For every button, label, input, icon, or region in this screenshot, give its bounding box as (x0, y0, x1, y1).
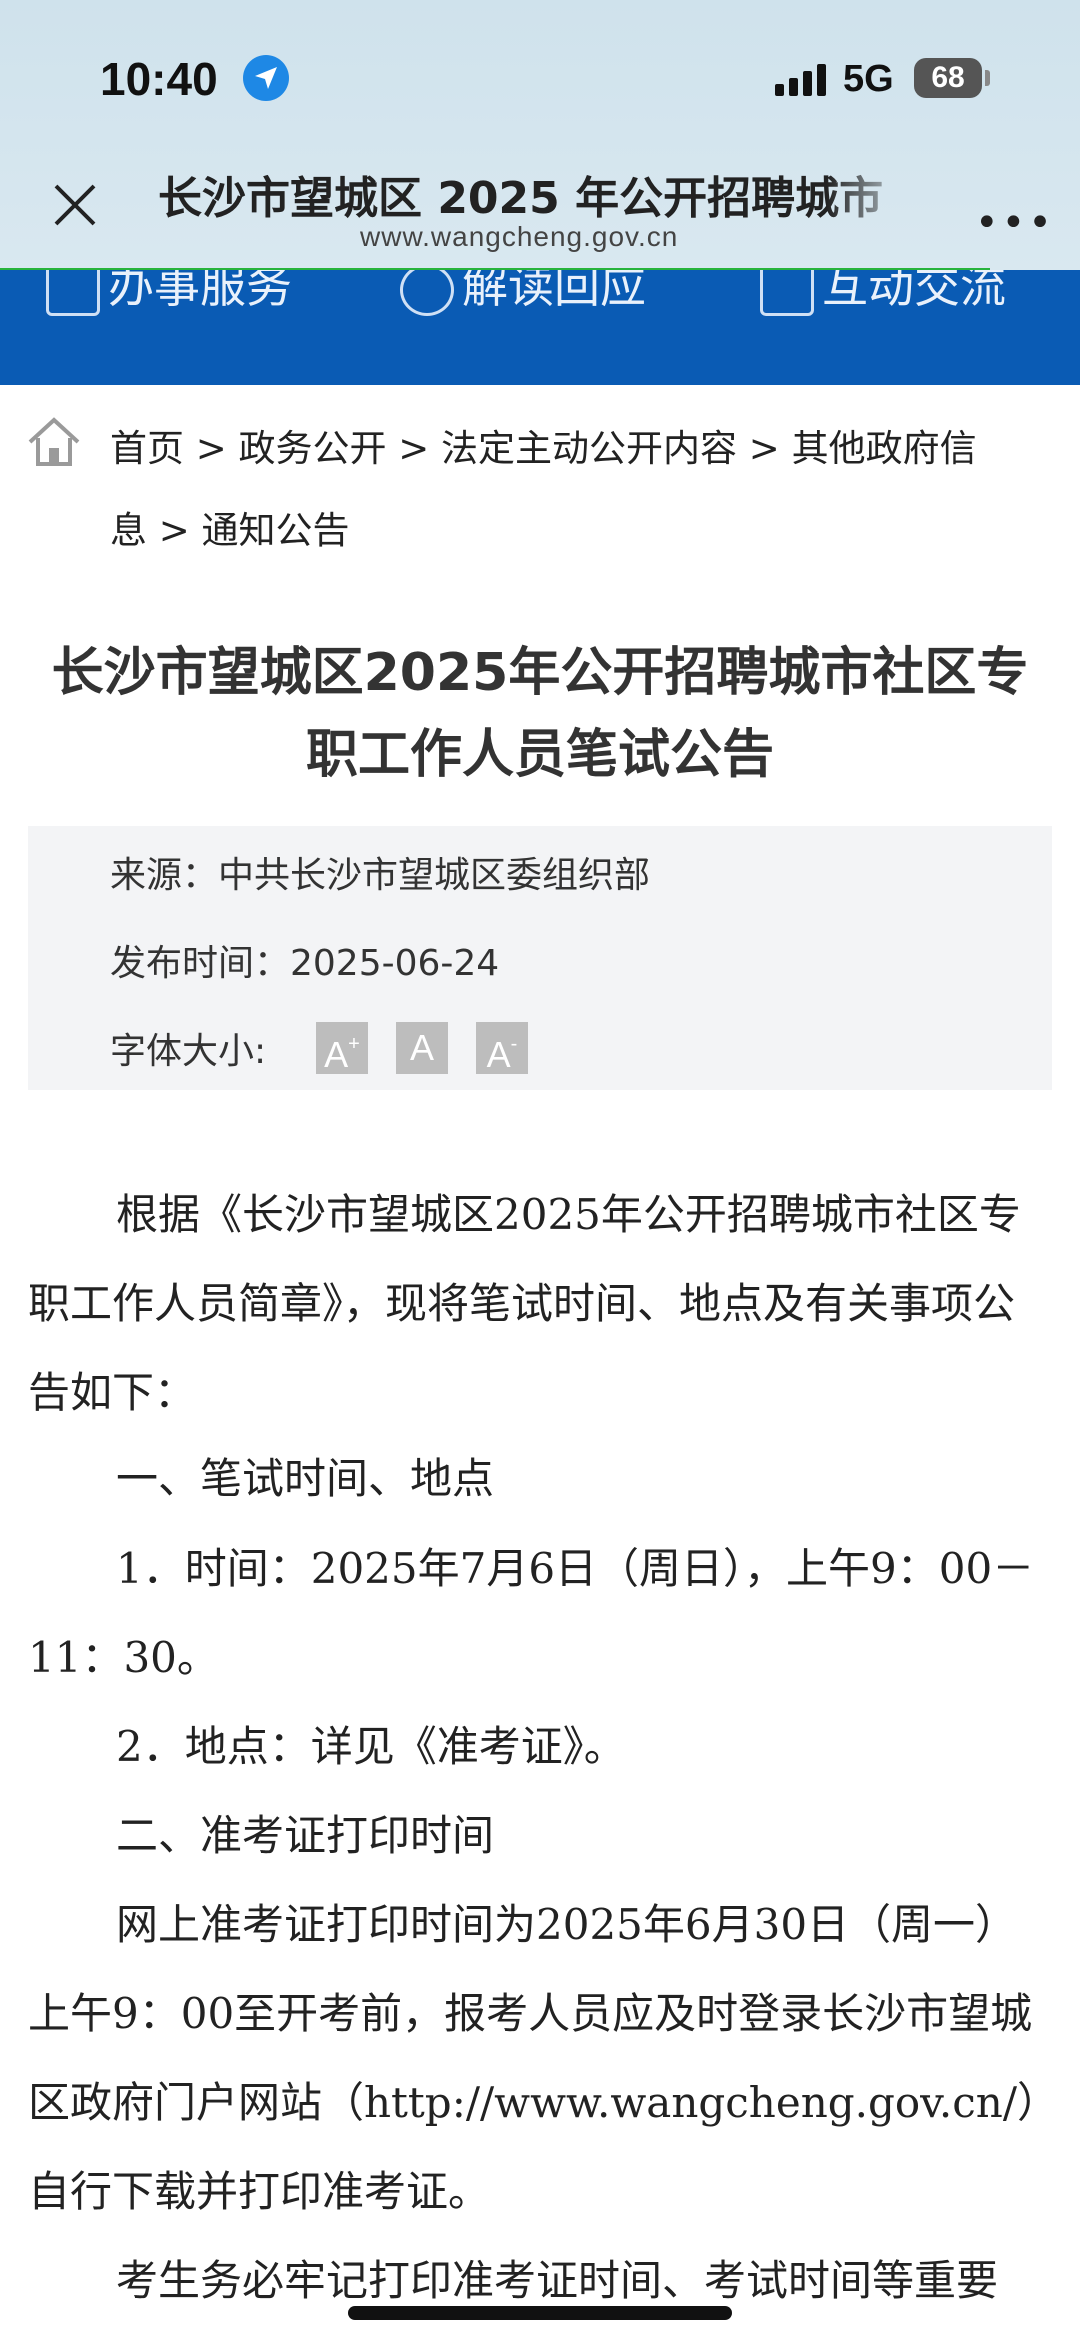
paragraph-intro: 根据《长沙市望城区2025年公开招聘城市社区专职工作人员简章》，现将笔试时间、地… (28, 1190, 1021, 1417)
nav-item-interpretation[interactable]: 解读回应 (400, 270, 646, 316)
more-menu-icon[interactable]: ••• (975, 200, 1055, 246)
font-size-decrease-button[interactable]: A- (476, 1022, 528, 1075)
interpretation-icon (400, 270, 454, 316)
nav-item-interaction[interactable]: 互动交流 (760, 270, 1006, 316)
paragraph-time: 1．时间：2025年7月6日（周日），上午9：00－11：30。 (28, 1544, 1035, 1682)
article-source: 来源：中共长沙市望城区委组织部 (110, 855, 651, 896)
close-icon[interactable] (52, 182, 98, 228)
article-date: 发布时间：2025-06-24 (110, 943, 500, 984)
home-icon[interactable] (26, 414, 82, 470)
font-size-label: 字体大小: (110, 1031, 267, 1072)
home-indicator[interactable] (348, 2306, 732, 2320)
chat-icon (760, 270, 814, 316)
site-nav: 办事服务 解读回应 互动交流 (0, 270, 1080, 385)
services-icon (46, 270, 100, 316)
breadcrumb[interactable]: 首页 > 政务公开 > 法定主动公开内容 > 其他政府信息 > 通知公告 (110, 408, 1010, 572)
font-size-default-button[interactable]: A (396, 1022, 448, 1074)
status-time: 10:40 (100, 53, 218, 105)
browser-header: 10:40 5G 68 长沙市望城区 2025 年公开招聘城市 www.wang… (0, 0, 1080, 270)
battery-tip (985, 70, 990, 86)
paragraph-admission-ticket: 网上准考证打印时间为2025年6月30日（周一）上午9：00至开考前，报考人员应… (28, 1900, 1038, 2216)
section-heading-1: 一、笔试时间、地点 (116, 1454, 495, 1503)
location-arrow-icon (243, 55, 289, 101)
paragraph-location: 2．地点：详见《准考证》。 (116, 1722, 626, 1771)
section-heading-2: 二、准考证打印时间 (116, 1811, 495, 1860)
article-title: 长沙市望城区2025年公开招聘城市社区专职工作人员笔试公告 (51, 643, 1029, 785)
browser-page-title: 长沙市望城区 2025 年公开招聘城市 (158, 173, 884, 224)
signal-icon (775, 64, 826, 96)
network-type: 5G (843, 58, 894, 100)
font-size-increase-button[interactable]: A+ (316, 1022, 368, 1075)
nav-item-services[interactable]: 办事服务 (46, 270, 292, 316)
browser-url: www.wangcheng.gov.cn (360, 221, 679, 252)
article-meta-box: 来源：中共长沙市望城区委组织部 发布时间：2025-06-24 字体大小: A+… (28, 826, 1052, 1090)
battery-icon: 68 (914, 58, 982, 98)
